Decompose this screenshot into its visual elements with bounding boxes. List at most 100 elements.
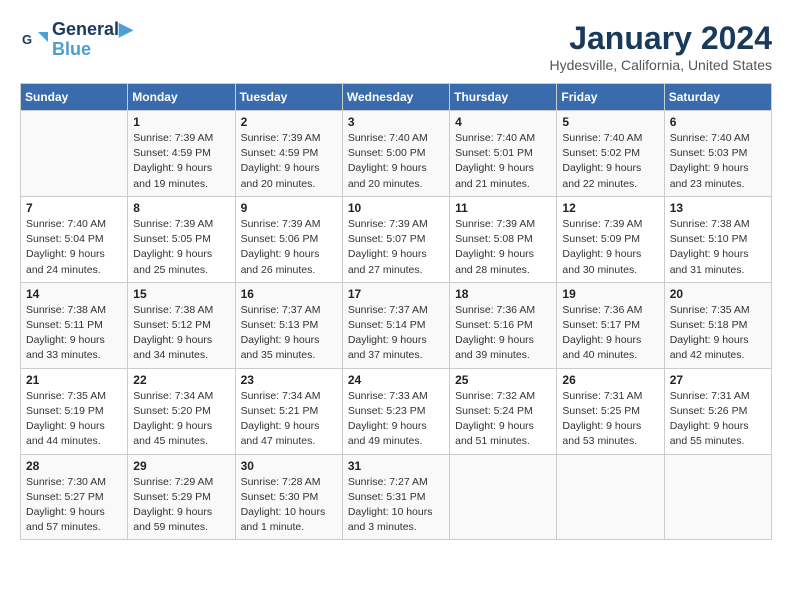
day-cell: 17 Sunrise: 7:37 AMSunset: 5:14 PMDaylig… <box>342 282 449 368</box>
day-number: 3 <box>348 115 444 129</box>
day-number: 23 <box>241 373 337 387</box>
day-cell: 4 Sunrise: 7:40 AMSunset: 5:01 PMDayligh… <box>450 111 557 197</box>
day-cell: 20 Sunrise: 7:35 AMSunset: 5:18 PMDaylig… <box>664 282 771 368</box>
header-monday: Monday <box>128 84 235 111</box>
day-info: Sunrise: 7:36 AMSunset: 5:16 PMDaylight:… <box>455 303 551 364</box>
day-info: Sunrise: 7:38 AMSunset: 5:11 PMDaylight:… <box>26 303 122 364</box>
header-thursday: Thursday <box>450 84 557 111</box>
logo-icon: G <box>20 26 48 54</box>
week-row-4: 21 Sunrise: 7:35 AMSunset: 5:19 PMDaylig… <box>21 368 772 454</box>
day-cell: 12 Sunrise: 7:39 AMSunset: 5:09 PMDaylig… <box>557 196 664 282</box>
day-cell: 11 Sunrise: 7:39 AMSunset: 5:08 PMDaylig… <box>450 196 557 282</box>
week-row-1: 1 Sunrise: 7:39 AMSunset: 4:59 PMDayligh… <box>21 111 772 197</box>
day-cell <box>21 111 128 197</box>
day-number: 18 <box>455 287 551 301</box>
day-cell: 24 Sunrise: 7:33 AMSunset: 5:23 PMDaylig… <box>342 368 449 454</box>
day-number: 10 <box>348 201 444 215</box>
day-info: Sunrise: 7:27 AMSunset: 5:31 PMDaylight:… <box>348 475 444 536</box>
day-number: 5 <box>562 115 658 129</box>
day-cell: 25 Sunrise: 7:32 AMSunset: 5:24 PMDaylig… <box>450 368 557 454</box>
day-number: 17 <box>348 287 444 301</box>
day-cell: 9 Sunrise: 7:39 AMSunset: 5:06 PMDayligh… <box>235 196 342 282</box>
week-row-5: 28 Sunrise: 7:30 AMSunset: 5:27 PMDaylig… <box>21 454 772 540</box>
day-info: Sunrise: 7:28 AMSunset: 5:30 PMDaylight:… <box>241 475 337 536</box>
day-number: 16 <box>241 287 337 301</box>
day-number: 7 <box>26 201 122 215</box>
day-info: Sunrise: 7:40 AMSunset: 5:01 PMDaylight:… <box>455 131 551 192</box>
day-cell: 23 Sunrise: 7:34 AMSunset: 5:21 PMDaylig… <box>235 368 342 454</box>
day-cell: 16 Sunrise: 7:37 AMSunset: 5:13 PMDaylig… <box>235 282 342 368</box>
day-info: Sunrise: 7:31 AMSunset: 5:25 PMDaylight:… <box>562 389 658 450</box>
day-cell: 3 Sunrise: 7:40 AMSunset: 5:00 PMDayligh… <box>342 111 449 197</box>
day-info: Sunrise: 7:39 AMSunset: 5:06 PMDaylight:… <box>241 217 337 278</box>
day-info: Sunrise: 7:35 AMSunset: 5:18 PMDaylight:… <box>670 303 766 364</box>
day-info: Sunrise: 7:39 AMSunset: 5:09 PMDaylight:… <box>562 217 658 278</box>
day-cell <box>557 454 664 540</box>
day-info: Sunrise: 7:40 AMSunset: 5:02 PMDaylight:… <box>562 131 658 192</box>
day-cell: 26 Sunrise: 7:31 AMSunset: 5:25 PMDaylig… <box>557 368 664 454</box>
day-cell: 30 Sunrise: 7:28 AMSunset: 5:30 PMDaylig… <box>235 454 342 540</box>
day-number: 6 <box>670 115 766 129</box>
day-info: Sunrise: 7:31 AMSunset: 5:26 PMDaylight:… <box>670 389 766 450</box>
day-info: Sunrise: 7:38 AMSunset: 5:12 PMDaylight:… <box>133 303 229 364</box>
day-number: 30 <box>241 459 337 473</box>
calendar-table: SundayMondayTuesdayWednesdayThursdayFrid… <box>20 83 772 540</box>
day-info: Sunrise: 7:38 AMSunset: 5:10 PMDaylight:… <box>670 217 766 278</box>
page-header: G General▶ Blue January 2024 Hydesville,… <box>20 20 772 73</box>
day-info: Sunrise: 7:34 AMSunset: 5:21 PMDaylight:… <box>241 389 337 450</box>
day-info: Sunrise: 7:39 AMSunset: 4:59 PMDaylight:… <box>241 131 337 192</box>
day-number: 21 <box>26 373 122 387</box>
day-number: 20 <box>670 287 766 301</box>
day-number: 8 <box>133 201 229 215</box>
day-cell: 15 Sunrise: 7:38 AMSunset: 5:12 PMDaylig… <box>128 282 235 368</box>
day-number: 31 <box>348 459 444 473</box>
day-number: 22 <box>133 373 229 387</box>
day-cell: 2 Sunrise: 7:39 AMSunset: 4:59 PMDayligh… <box>235 111 342 197</box>
day-info: Sunrise: 7:34 AMSunset: 5:20 PMDaylight:… <box>133 389 229 450</box>
day-number: 11 <box>455 201 551 215</box>
day-info: Sunrise: 7:30 AMSunset: 5:27 PMDaylight:… <box>26 475 122 536</box>
day-cell: 18 Sunrise: 7:36 AMSunset: 5:16 PMDaylig… <box>450 282 557 368</box>
svg-text:G: G <box>22 32 32 47</box>
day-number: 27 <box>670 373 766 387</box>
day-cell: 22 Sunrise: 7:34 AMSunset: 5:20 PMDaylig… <box>128 368 235 454</box>
day-cell: 7 Sunrise: 7:40 AMSunset: 5:04 PMDayligh… <box>21 196 128 282</box>
day-number: 25 <box>455 373 551 387</box>
day-number: 19 <box>562 287 658 301</box>
calendar-subtitle: Hydesville, California, United States <box>549 57 772 73</box>
week-row-2: 7 Sunrise: 7:40 AMSunset: 5:04 PMDayligh… <box>21 196 772 282</box>
day-info: Sunrise: 7:35 AMSunset: 5:19 PMDaylight:… <box>26 389 122 450</box>
day-cell: 1 Sunrise: 7:39 AMSunset: 4:59 PMDayligh… <box>128 111 235 197</box>
day-cell: 13 Sunrise: 7:38 AMSunset: 5:10 PMDaylig… <box>664 196 771 282</box>
day-cell: 14 Sunrise: 7:38 AMSunset: 5:11 PMDaylig… <box>21 282 128 368</box>
day-info: Sunrise: 7:32 AMSunset: 5:24 PMDaylight:… <box>455 389 551 450</box>
day-number: 12 <box>562 201 658 215</box>
day-cell: 8 Sunrise: 7:39 AMSunset: 5:05 PMDayligh… <box>128 196 235 282</box>
day-number: 26 <box>562 373 658 387</box>
day-info: Sunrise: 7:37 AMSunset: 5:14 PMDaylight:… <box>348 303 444 364</box>
header-tuesday: Tuesday <box>235 84 342 111</box>
day-info: Sunrise: 7:40 AMSunset: 5:03 PMDaylight:… <box>670 131 766 192</box>
day-info: Sunrise: 7:37 AMSunset: 5:13 PMDaylight:… <box>241 303 337 364</box>
calendar-title: January 2024 <box>549 20 772 57</box>
header-friday: Friday <box>557 84 664 111</box>
day-cell: 29 Sunrise: 7:29 AMSunset: 5:29 PMDaylig… <box>128 454 235 540</box>
day-number: 4 <box>455 115 551 129</box>
header-saturday: Saturday <box>664 84 771 111</box>
day-cell <box>450 454 557 540</box>
day-info: Sunrise: 7:29 AMSunset: 5:29 PMDaylight:… <box>133 475 229 536</box>
day-info: Sunrise: 7:33 AMSunset: 5:23 PMDaylight:… <box>348 389 444 450</box>
day-cell: 28 Sunrise: 7:30 AMSunset: 5:27 PMDaylig… <box>21 454 128 540</box>
day-info: Sunrise: 7:39 AMSunset: 5:05 PMDaylight:… <box>133 217 229 278</box>
day-cell: 6 Sunrise: 7:40 AMSunset: 5:03 PMDayligh… <box>664 111 771 197</box>
day-number: 2 <box>241 115 337 129</box>
day-number: 29 <box>133 459 229 473</box>
day-info: Sunrise: 7:39 AMSunset: 5:07 PMDaylight:… <box>348 217 444 278</box>
header-wednesday: Wednesday <box>342 84 449 111</box>
title-section: January 2024 Hydesville, California, Uni… <box>549 20 772 73</box>
day-info: Sunrise: 7:39 AMSunset: 5:08 PMDaylight:… <box>455 217 551 278</box>
header-row: SundayMondayTuesdayWednesdayThursdayFrid… <box>21 84 772 111</box>
day-cell: 21 Sunrise: 7:35 AMSunset: 5:19 PMDaylig… <box>21 368 128 454</box>
day-number: 15 <box>133 287 229 301</box>
logo: G General▶ Blue <box>20 20 133 60</box>
